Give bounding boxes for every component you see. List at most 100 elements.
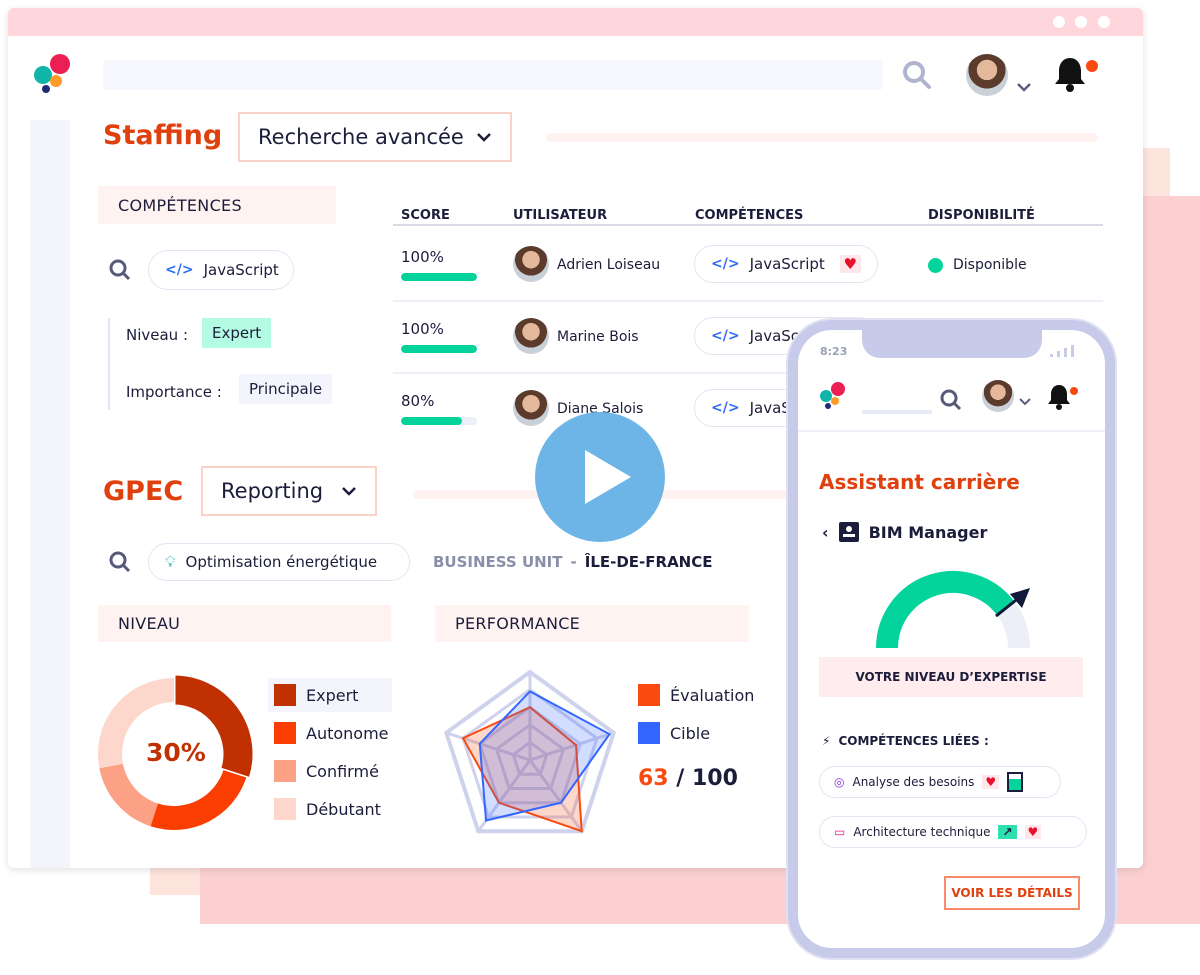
gauge-fill [876,571,1016,649]
logo-icon [820,382,845,409]
chevron-down-icon[interactable] [1019,398,1031,406]
column-header-user[interactable]: UTILISATEUR [513,208,607,223]
legend-label: Cible [670,723,711,743]
divider [393,300,1103,302]
staffing-title: Staffing [103,120,223,151]
score-total: / 100 [676,766,738,791]
search-input[interactable] [103,60,883,90]
business-unit-value: ÎLE-DE-FRANCE [584,553,713,571]
performance-radar-chart [443,669,617,834]
donut-slice-confirmé [99,763,158,827]
gpec-title: GPEC [103,476,184,507]
phone-mockup: 8:23 Assistant carrière ‹ BIM Manager VO… [788,320,1115,958]
niveau-header: NIVEAU [98,605,391,642]
skill-chip[interactable]: </> JavaScript ♥ [694,245,878,283]
lightbulb-icon: 💡︎ [165,553,176,571]
search-icon[interactable] [108,258,132,282]
business-unit: BUSINESS UNIT - ÎLE-DE-FRANCE [433,553,712,571]
user-avatar[interactable] [982,380,1014,412]
available-dot [928,258,943,273]
search-icon[interactable] [902,60,932,90]
performance-header: PERFORMANCE [435,605,749,642]
legend-label: Évaluation [670,685,755,705]
column-header-availability[interactable]: DISPONIBILITÉ [928,208,1035,223]
dropdown-value: Recherche avancée [258,125,464,149]
score-text: 80% [401,392,435,410]
heart-icon: ♥ [1024,825,1042,839]
legend-item[interactable]: Débutant [268,792,392,826]
separator: - [570,553,577,571]
legend-swatch [274,798,296,820]
chevron-down-icon[interactable] [1016,82,1032,92]
legend-item[interactable]: Évaluation [638,684,754,706]
chip-label: Analyse des besoins [852,775,975,789]
user-name[interactable]: Adrien Loiseau [557,257,660,273]
legend-item[interactable]: Expert [268,678,392,712]
legend-swatch [274,684,296,706]
chip-label: JavaScript [749,255,825,273]
sidebar [30,120,70,868]
legend-item[interactable]: Confirmé [268,754,392,788]
score-value: 63 [638,766,669,791]
chip-label: Optimisation énergétique [185,553,378,571]
related-skill-chip[interactable]: ▭ Architecture technique ↗ ♥ [819,816,1087,848]
status-time: 8:23 [820,345,848,358]
play-video-button[interactable] [535,412,665,542]
user-avatar[interactable] [966,54,1008,96]
back-chevron-icon[interactable]: ‹ [822,523,829,542]
column-header-score[interactable]: SCORE [401,208,450,223]
score-text: 100% [401,320,444,338]
title-bar [8,8,1143,36]
logo-icon [34,54,70,93]
phone-title: Assistant carrière [819,470,1020,494]
phone-notch [862,328,1042,358]
legend-swatch [638,722,660,744]
window-dot[interactable] [1053,16,1065,28]
chip-label: JavaScript [203,261,279,279]
skill-chip[interactable]: </> JavaScript [148,250,294,290]
divider [393,224,1103,226]
divider [108,318,110,410]
job-header: ‹ BIM Manager [822,522,987,542]
importance-badge: Principale [239,374,333,404]
legend-swatch [274,760,296,782]
code-icon: </> [711,328,740,344]
donut-slice-autonome [150,770,247,830]
bell-icon[interactable] [1053,54,1099,94]
job-title: BIM Manager [868,522,988,542]
staffing-dropdown[interactable]: Recherche avancée [238,112,512,162]
bell-icon[interactable] [1046,382,1080,412]
code-icon: </> [711,256,740,272]
search-chip[interactable]: 💡︎ Optimisation énergétique [148,543,410,581]
score-bar [401,417,477,425]
divider [798,430,1105,432]
search-icon[interactable] [939,388,963,412]
window-dot[interactable] [1098,16,1110,28]
window-dot[interactable] [1075,16,1087,28]
search-input[interactable] [862,410,932,414]
search-icon[interactable] [108,550,132,574]
legend-swatch [638,684,660,706]
laptop-icon: ▭ [834,825,846,839]
arrow-up-right-icon: ↗ [998,825,1017,839]
details-button[interactable]: VOIR LES DÉTAILS [944,876,1080,910]
related-skills-header: ⚡︎ COMPÉTENCES LIÉES : [822,734,989,748]
heart-icon: ♥ [839,255,861,273]
legend-label: Autonome [306,723,389,743]
legend-item[interactable]: Autonome [268,716,392,750]
column-header-skills[interactable]: COMPÉTENCES [695,208,803,223]
signal-icon [1050,345,1074,357]
legend-label: Débutant [306,799,381,819]
gpec-dropdown[interactable]: Reporting [201,466,377,516]
legend-item[interactable]: Cible [638,722,710,744]
user-name[interactable]: Marine Bois [557,329,639,345]
chevron-down-icon [342,487,356,496]
related-skill-chip[interactable]: ◎ Analyse des besoins ♥ [819,766,1061,798]
legend-label: Expert [306,685,359,705]
related-label: COMPÉTENCES LIÉES : [838,734,989,748]
expertise-gauge [876,571,1031,649]
code-icon: </> [165,262,194,278]
chip-label: Architecture technique [853,825,991,839]
lightning-icon: ⚡︎ [822,734,831,748]
legend-swatch [274,722,296,744]
